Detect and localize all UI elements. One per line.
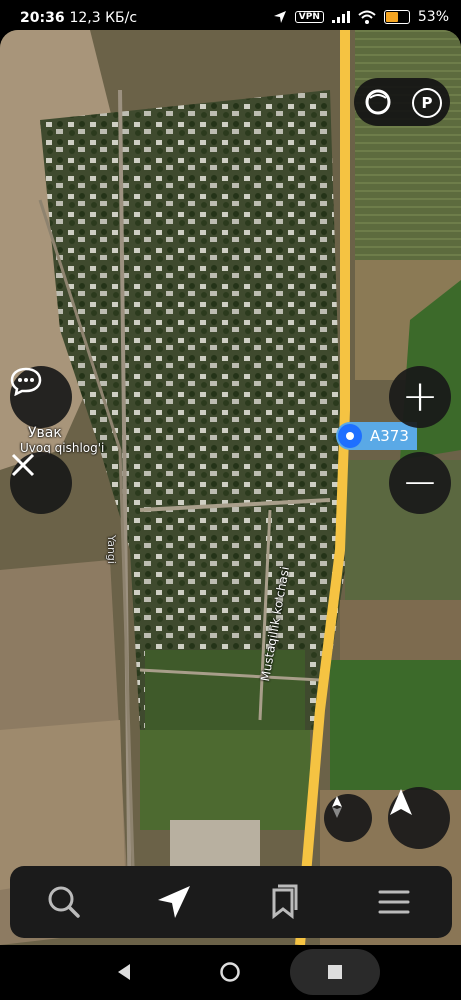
navigate-icon (390, 789, 412, 815)
compass-button[interactable] (324, 794, 372, 842)
search-icon[interactable] (44, 882, 84, 922)
zoom-in-button[interactable]: + (389, 366, 451, 428)
signal-icon (331, 11, 350, 23)
bottom-nav (10, 866, 452, 938)
village-name-ru: Увак (28, 425, 62, 441)
layers-control: P (354, 78, 450, 126)
recents-icon (328, 965, 342, 979)
menu-icon[interactable] (374, 882, 414, 922)
street-label-yangi: Yangi (105, 535, 118, 564)
zoom-out-button[interactable]: − (389, 452, 451, 514)
compass-icon (332, 796, 342, 818)
status-time: 20:36 (20, 10, 65, 26)
status-right: VPN 53% (273, 9, 449, 25)
my-location-button[interactable] (388, 787, 450, 849)
back-icon[interactable] (116, 963, 132, 981)
route-icon[interactable] (154, 882, 194, 922)
location-icon (273, 11, 286, 23)
location-pin-icon (338, 424, 362, 448)
road-badge-label: A373 (370, 427, 409, 445)
parking-icon[interactable]: P (412, 88, 442, 118)
battery-icon (383, 10, 410, 24)
layers-icon[interactable] (364, 88, 392, 116)
close-icon (11, 453, 35, 477)
message-icon (10, 367, 42, 396)
zoom-out-label: − (401, 457, 439, 508)
road-badge[interactable]: A373 (336, 422, 417, 450)
status-speed: 12,3 КБ/с (69, 10, 138, 26)
battery-level: 53% (417, 9, 449, 25)
parking-label: P (421, 94, 433, 112)
recents-button[interactable] (290, 949, 380, 995)
zoom-in-label: + (401, 371, 439, 422)
home-icon[interactable] (219, 961, 241, 983)
bookmarks-icon[interactable] (264, 882, 304, 922)
system-nav-bar (0, 945, 461, 1000)
message-button[interactable] (10, 366, 72, 428)
wifi-icon (358, 10, 376, 24)
status-left: 20:36 12,3 КБ/с (20, 10, 137, 26)
map-view[interactable]: P Увак Uvoq qishlog'i Yangi Mustaqillik … (0, 30, 461, 945)
close-button[interactable] (10, 452, 72, 514)
vpn-badge: VPN (294, 11, 324, 23)
